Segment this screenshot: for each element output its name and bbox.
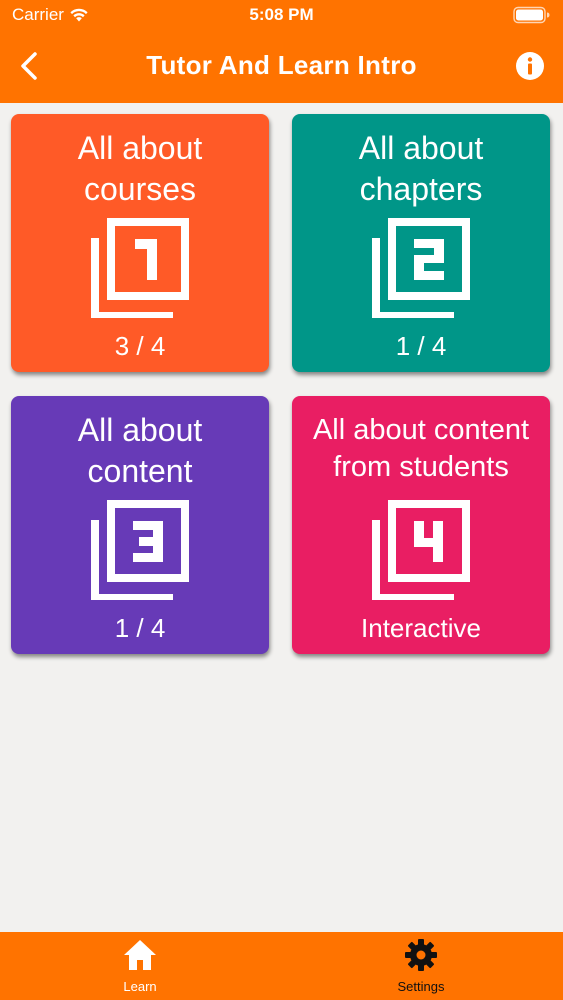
card-progress: 1 / 4 [395, 331, 447, 361]
filter-3-icon [91, 500, 189, 600]
filter-2-icon [372, 218, 470, 318]
filter-4-icon [372, 500, 470, 600]
battery-icon [513, 6, 550, 24]
header: Carrier 5:08 PM Tutor And Learn Intro [0, 0, 563, 103]
card-title: All about content from students [312, 414, 530, 483]
card-title: All about content [77, 412, 203, 489]
card-chapters[interactable]: All about chapters 1 / 4 [292, 114, 550, 372]
status-bar: Carrier 5:08 PM [0, 0, 563, 32]
page-title: Tutor And Learn Intro [146, 50, 417, 80]
info-icon[interactable] [514, 50, 546, 82]
tab-bar: Learn Settings [0, 932, 563, 1000]
card-title: All about chapters [358, 130, 484, 207]
clock: 5:08 PM [249, 5, 314, 24]
card-content-from-students[interactable]: All about content from students Interact… [292, 396, 550, 654]
card-progress: 3 / 4 [114, 331, 166, 361]
tab-learn-label: Learn [123, 979, 157, 994]
filter-1-icon [91, 218, 189, 318]
tab-learn[interactable]: Learn [80, 932, 200, 1000]
card-courses[interactable]: All about courses 3 / 4 [11, 114, 269, 372]
card-title: All about courses [77, 130, 203, 207]
card-content[interactable]: All about content 1 / 4 [11, 396, 269, 654]
card-progress: 1 / 4 [114, 613, 166, 643]
tab-settings[interactable]: Settings [361, 932, 481, 1000]
card-progress: Interactive [361, 613, 481, 643]
home-icon [124, 940, 156, 970]
tab-settings-label: Settings [397, 979, 445, 994]
gear-icon [405, 939, 437, 971]
